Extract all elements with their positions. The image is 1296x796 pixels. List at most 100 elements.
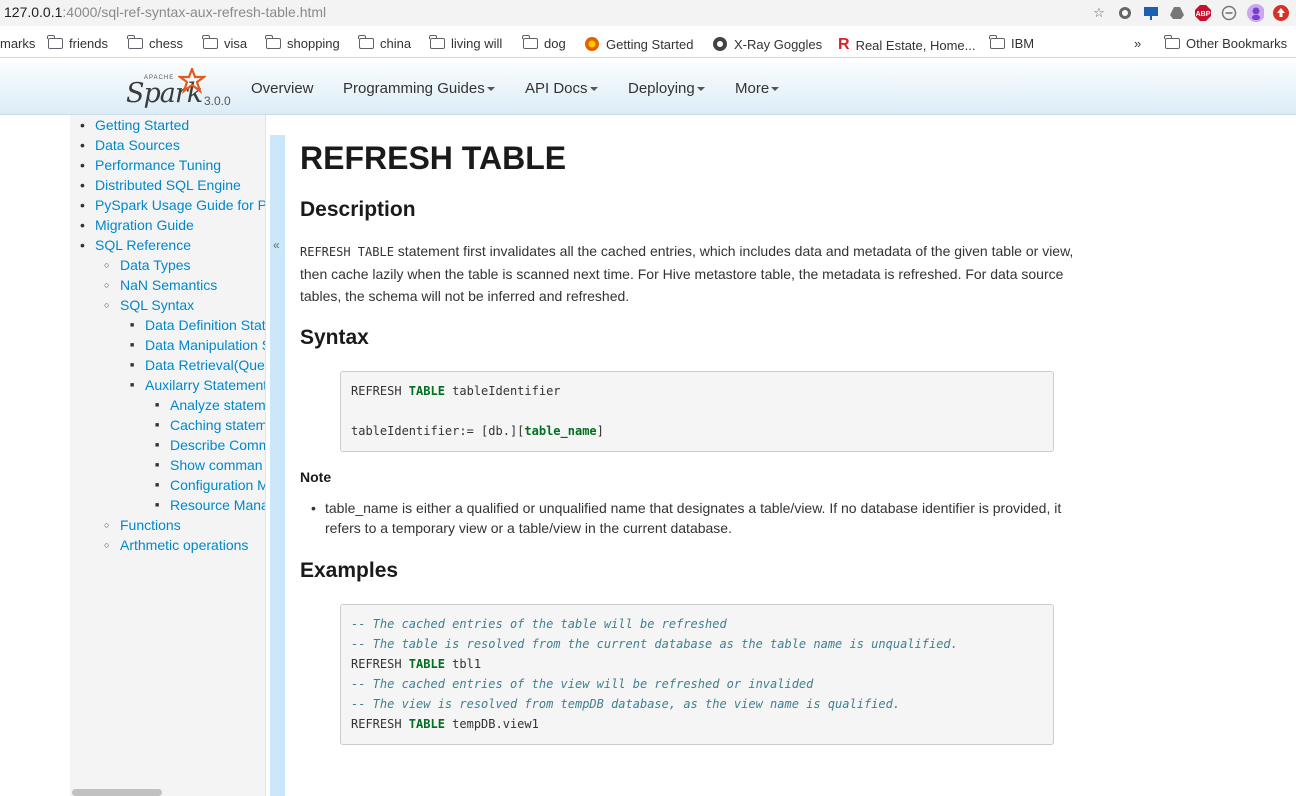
bookmark-label: chess — [149, 36, 183, 51]
sidebar-horizontal-scrollbar[interactable] — [72, 789, 162, 796]
bookmark-folder-visa[interactable]: visa — [202, 35, 247, 51]
drive-extension-icon[interactable] — [1168, 4, 1186, 22]
code-text: tbl1 — [444, 657, 482, 671]
bookmark-label: Other Bookmarks — [1186, 36, 1288, 51]
bookmark-label: Getting Started — [606, 36, 694, 52]
code-text: tableIdentifier — [444, 384, 561, 398]
code-keyword: TABLE — [408, 384, 445, 398]
code-text: ] — [596, 424, 604, 438]
code-comment: -- The table is resolved from the curren… — [351, 637, 958, 651]
toc-functions[interactable]: Functions — [104, 517, 181, 533]
bookmark-folder-living-will[interactable]: living will — [429, 35, 502, 51]
record-extension-icon[interactable] — [1116, 4, 1134, 22]
toc-pyspark-usage-guide[interactable]: PySpark Usage Guide for P — [80, 197, 265, 213]
adblock-plus-icon[interactable]: ABP — [1194, 4, 1212, 22]
bookmarks-overflow-button[interactable]: » — [1134, 36, 1141, 51]
realtor-icon: R — [838, 36, 850, 53]
inline-code: REFRESH TABLE — [300, 245, 394, 259]
description-text: statement first invalidates all the cach… — [300, 243, 1074, 304]
bookmark-folder-ibm[interactable]: IBM — [989, 35, 1034, 51]
toc-sql-syntax[interactable]: SQL Syntax — [104, 297, 194, 313]
bookmark-folder-china[interactable]: china — [358, 35, 411, 51]
folder-icon — [202, 35, 218, 49]
nav-label: API Docs — [525, 80, 588, 97]
bookmark-xray-goggles[interactable]: X-Ray Goggles — [712, 36, 822, 52]
note-title: Note — [300, 469, 332, 485]
code-text: REFRESH — [351, 717, 409, 731]
page-title: REFRESH TABLE — [300, 140, 567, 176]
toc-analyze-statements[interactable]: Analyze statem — [155, 397, 265, 413]
nav-label: More — [735, 80, 770, 97]
toc-data-manipulation[interactable]: Data Manipulation S — [130, 337, 265, 353]
toc-show-commands[interactable]: Show comman — [155, 457, 263, 473]
nav-overview[interactable]: Overview — [251, 80, 314, 97]
profile-avatar-icon[interactable] — [1246, 4, 1264, 22]
examples-code-block: -- The cached entries of the table will … — [340, 604, 1054, 745]
toc-caching-statements[interactable]: Caching statem — [155, 417, 265, 433]
bookmark-getting-started[interactable]: Getting Started — [584, 36, 693, 52]
nav-api-docs[interactable]: API Docs — [525, 80, 598, 97]
folder-icon — [47, 35, 63, 49]
nav-deploying[interactable]: Deploying — [628, 80, 705, 97]
code-line: REFRESH TABLE tbl1 — [351, 657, 481, 671]
toc-data-definition[interactable]: Data Definition Stat — [130, 317, 265, 333]
toc-resource-management[interactable]: Resource Mana — [155, 497, 265, 513]
examples-heading: Examples — [300, 559, 399, 582]
code-line: REFRESH TABLE tempDB.view1 — [351, 717, 539, 731]
toc-performance-tuning[interactable]: Performance Tuning — [80, 157, 221, 173]
description-paragraph: REFRESH TABLE statement first invalidate… — [300, 240, 1090, 307]
spark-logo[interactable]: APACHE Spark 3.0.0 — [126, 66, 236, 112]
minus-circle-icon[interactable] — [1220, 4, 1238, 22]
globe-icon — [713, 37, 727, 51]
syntax-code-block: REFRESH TABLE tableIdentifier tableIdent… — [340, 371, 1054, 452]
code-keyword: TABLE — [408, 717, 445, 731]
bookmark-folder-friends[interactable]: friends — [47, 35, 108, 51]
folder-icon — [1164, 35, 1180, 49]
code-text: tableIdentifier:= [db.][ — [351, 424, 525, 438]
toc-distributed-sql-engine[interactable]: Distributed SQL Engine — [80, 177, 241, 193]
toc-sql-reference[interactable]: SQL Reference — [80, 237, 191, 253]
toc-migration-guide[interactable]: Migration Guide — [80, 217, 194, 233]
bookmark-label: dog — [544, 36, 566, 51]
nav-label: Overview — [251, 80, 314, 97]
toc-getting-started[interactable]: Getting Started — [80, 117, 189, 133]
toc-arithmetic-operations[interactable]: Arthmetic operations — [104, 537, 248, 553]
sidebar-collapse-bar[interactable] — [270, 135, 285, 796]
bookmark-folder-chess[interactable]: chess — [127, 35, 183, 51]
toc-data-types[interactable]: Data Types — [104, 257, 190, 273]
bookmark-label: shopping — [287, 36, 340, 51]
spark-navbar: APACHE Spark 3.0.0 Overview Programming … — [0, 62, 1296, 115]
presentation-extension-icon[interactable] — [1142, 4, 1160, 22]
bookmark-folder-dog[interactable]: dog — [522, 35, 566, 51]
toc-configuration-management[interactable]: Configuration M — [155, 477, 265, 493]
update-upload-icon[interactable] — [1272, 4, 1290, 22]
bookmark-marks[interactable]: marks — [0, 36, 35, 51]
code-text: REFRESH — [351, 657, 409, 671]
note-list-item: table_name is either a qualified or unqu… — [311, 498, 1085, 538]
folder-icon — [358, 35, 374, 49]
code-text: tempDB.view1 — [444, 717, 539, 731]
bookmark-star-icon[interactable]: ☆ — [1090, 4, 1108, 22]
bookmark-folder-other-bookmarks[interactable]: Other Bookmarks — [1164, 35, 1288, 51]
url-text[interactable]: 127.0.0.1:4000/sql-ref-syntax-aux-refres… — [4, 4, 326, 20]
url-host: 127.0.0.1 — [4, 4, 63, 20]
toc-data-sources[interactable]: Data Sources — [80, 137, 180, 153]
folder-icon — [429, 35, 445, 49]
nav-programming-guides[interactable]: Programming Guides — [343, 80, 495, 97]
spark-version: 3.0.0 — [204, 94, 231, 108]
syntax-heading: Syntax — [300, 326, 369, 349]
url-path: :4000/sql-ref-syntax-aux-refresh-table.h… — [62, 4, 327, 20]
toc-auxiliary-statements[interactable]: Auxilarry Statement — [130, 377, 265, 393]
toc-describe-commands[interactable]: Describe Comm — [155, 437, 265, 453]
code-text: REFRESH — [351, 384, 409, 398]
toc-data-retrieval[interactable]: Data Retrieval(Quer — [130, 357, 265, 373]
collapse-left-icon[interactable]: « — [273, 238, 280, 252]
address-bar[interactable]: 127.0.0.1:4000/sql-ref-syntax-aux-refres… — [0, 0, 1296, 26]
abp-badge-text: ABP — [1196, 11, 1211, 18]
bookmark-real-estate[interactable]: R Real Estate, Home... — [838, 36, 976, 54]
nav-more[interactable]: More — [735, 80, 780, 97]
sidebar-toc: Getting Started Data Sources Performance… — [70, 115, 266, 796]
bookmark-folder-shopping[interactable]: shopping — [265, 35, 340, 51]
firefox-icon — [585, 37, 599, 51]
toc-nan-semantics[interactable]: NaN Semantics — [104, 277, 217, 293]
